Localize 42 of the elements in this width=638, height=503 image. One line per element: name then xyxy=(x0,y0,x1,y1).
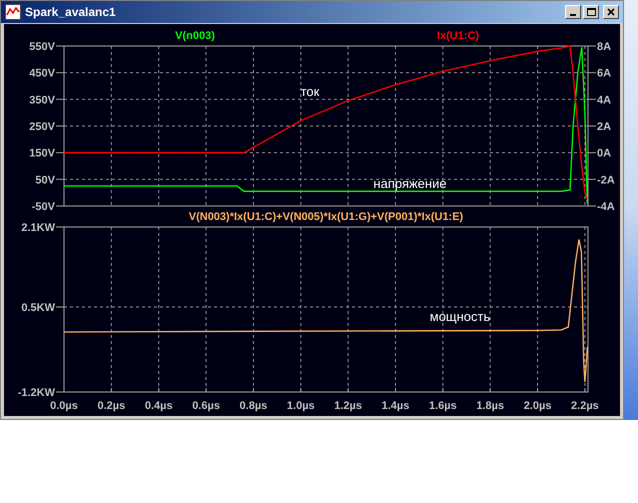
y-tick-label: 350V xyxy=(29,94,55,106)
x-tick-label: 2.2µs xyxy=(571,400,599,412)
close-button[interactable] xyxy=(603,5,619,19)
y-tick-label: 0.5KW xyxy=(21,302,55,314)
y-tick-label: -2A xyxy=(597,174,615,186)
trace-label: V(N003)*Ix(U1:C)+V(N005)*Ix(U1:G)+V(P001)*Ix(U1:E) xyxy=(188,211,464,223)
y-tick-label: -50V xyxy=(32,201,55,213)
x-tick-label: 1.2µs xyxy=(334,400,362,412)
annotation-label: ток xyxy=(300,84,320,99)
y-tick-label: 150V xyxy=(29,148,55,160)
y-tick-label: 450V xyxy=(29,68,55,80)
x-tick-label: 1.6µs xyxy=(428,400,457,412)
waveform-icon xyxy=(5,4,21,20)
maximize-button[interactable] xyxy=(583,5,599,19)
window-title: Spark_avalanc1 xyxy=(25,4,116,21)
maximize-icon xyxy=(586,8,596,16)
minimize-button[interactable] xyxy=(565,5,581,19)
y-tick-label: 6A xyxy=(597,68,612,80)
y-tick-label: 0A xyxy=(597,148,612,160)
trace-label: V(n003) xyxy=(175,30,215,42)
y-tick-label: 550V xyxy=(29,41,55,53)
close-icon xyxy=(607,8,615,16)
x-tick-label: 0.6µs xyxy=(192,400,220,412)
x-tick-label: 1.0µs xyxy=(286,400,315,412)
x-tick-label: 1.4µs xyxy=(382,400,410,412)
x-tick-label: 1.8µs xyxy=(476,400,504,412)
y-tick-label: -1.2KW xyxy=(18,387,55,399)
annotation-label: напряжение xyxy=(373,176,447,191)
annotation-label: мощность xyxy=(430,309,490,324)
y-tick-label: 250V xyxy=(29,121,55,133)
x-tick-label: 0.2µs xyxy=(97,400,126,412)
y-tick-label: 2A xyxy=(597,121,612,133)
trace-label: Ix(U1:C) xyxy=(436,30,480,42)
x-tick-label: 0.4µs xyxy=(144,400,173,412)
y-tick-label: 8A xyxy=(597,41,612,53)
x-tick-label: 0.0µs xyxy=(50,400,78,412)
y-tick-label: 4A xyxy=(597,94,612,106)
x-tick-label: 2.0µs xyxy=(524,400,552,412)
x-tick-label: 0.8µs xyxy=(240,400,268,412)
y-tick-label: 2.1KW xyxy=(21,222,55,234)
y-tick-label: 50V xyxy=(35,174,55,186)
y-tick-label: -4A xyxy=(597,201,615,213)
